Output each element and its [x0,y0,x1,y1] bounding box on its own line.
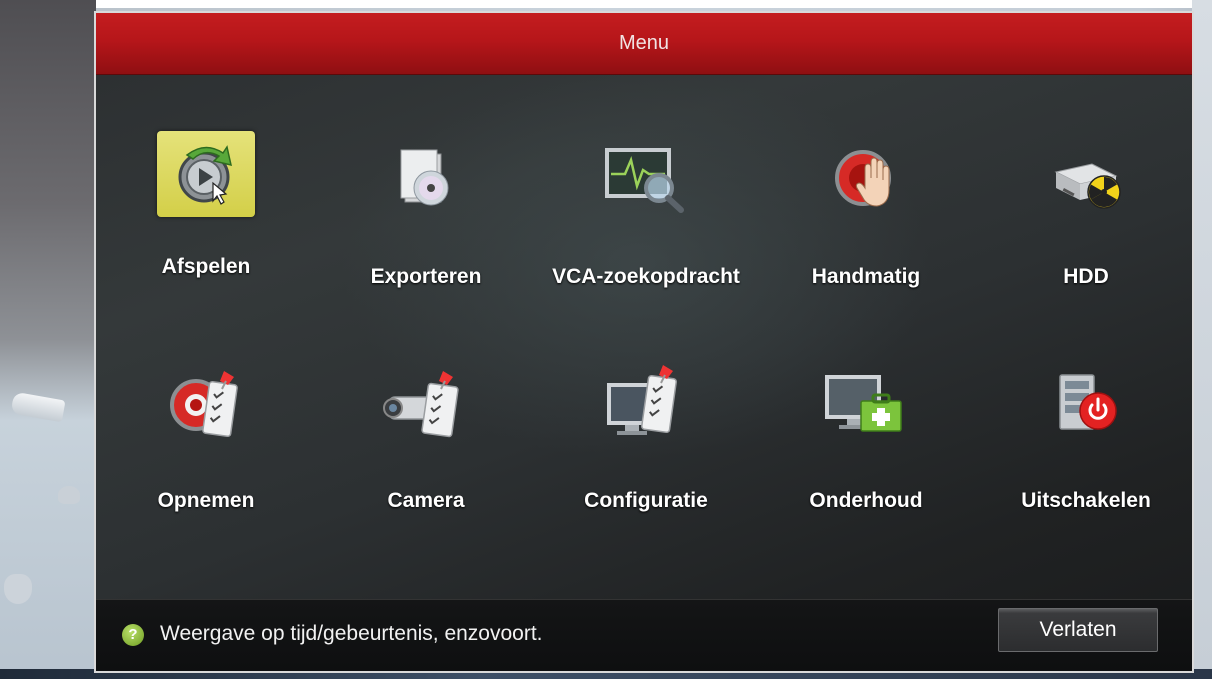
menu-item-configuratie[interactable]: Configuratie [546,355,746,545]
shutdown-icon [1038,355,1134,451]
menu-item-uitschakelen[interactable]: Uitschakelen [986,355,1186,545]
camera-icon [378,355,474,451]
help-icon: ? [122,624,144,646]
menu-item-label: Handmatig [811,265,921,288]
menu-item-label: Exporteren [370,265,482,288]
menu-item-label: Uitschakelen [1021,489,1151,512]
menu-item-opnemen[interactable]: Opnemen [106,355,306,545]
menu-grid: Afspelen Exporteren VCA-zoekopdracht Han… [106,123,1186,543]
menu-item-label: Camera [387,489,465,512]
export-icon [378,131,474,227]
menu-item-hdd[interactable]: HDD [986,131,1186,321]
help-text: Weergave op tijd/gebeurtenis, enzovoort. [160,622,543,645]
background-dome-camera-shape [58,486,80,504]
photo-background-right [1192,0,1212,679]
menu-item-vca-zoekopdracht[interactable]: VCA-zoekopdracht [546,131,746,321]
configuration-icon [598,355,694,451]
menu-item-label: Configuratie [584,489,708,512]
menu-item-label: Opnemen [157,489,255,512]
menu-item-onderhoud[interactable]: Onderhoud [766,355,966,545]
manual-record-icon [818,131,914,227]
menu-item-label: Onderhoud [809,489,923,512]
menu-item-afspelen[interactable]: Afspelen [106,131,306,321]
photo-background-left [0,0,96,679]
menu-item-label: Afspelen [161,255,251,278]
menu-item-exporteren[interactable]: Exporteren [326,131,526,321]
title-bar: Menu [96,13,1192,75]
window-title: Menu [618,32,670,54]
hdd-icon [1038,131,1134,227]
menu-item-camera[interactable]: Camera [326,355,526,545]
vca-search-icon [598,131,694,227]
background-camera-shape [10,391,66,423]
menu-item-label: VCA-zoekopdracht [552,265,740,288]
menu-item-handmatig[interactable]: Handmatig [766,131,966,321]
menu-item-label: HDD [1063,265,1109,288]
background-dome-camera-shape [4,574,32,604]
status-footer: ? Weergave op tijd/gebeurtenis, enzovoor… [96,599,1192,671]
maintenance-icon [818,355,914,451]
playback-icon [157,131,255,217]
exit-button[interactable]: Verlaten [998,608,1158,652]
photo-background-top [0,0,1212,8]
record-icon [158,355,254,451]
menu-window: Menu Afspelen Exporteren VCA-zoekopdrach… [94,11,1194,673]
